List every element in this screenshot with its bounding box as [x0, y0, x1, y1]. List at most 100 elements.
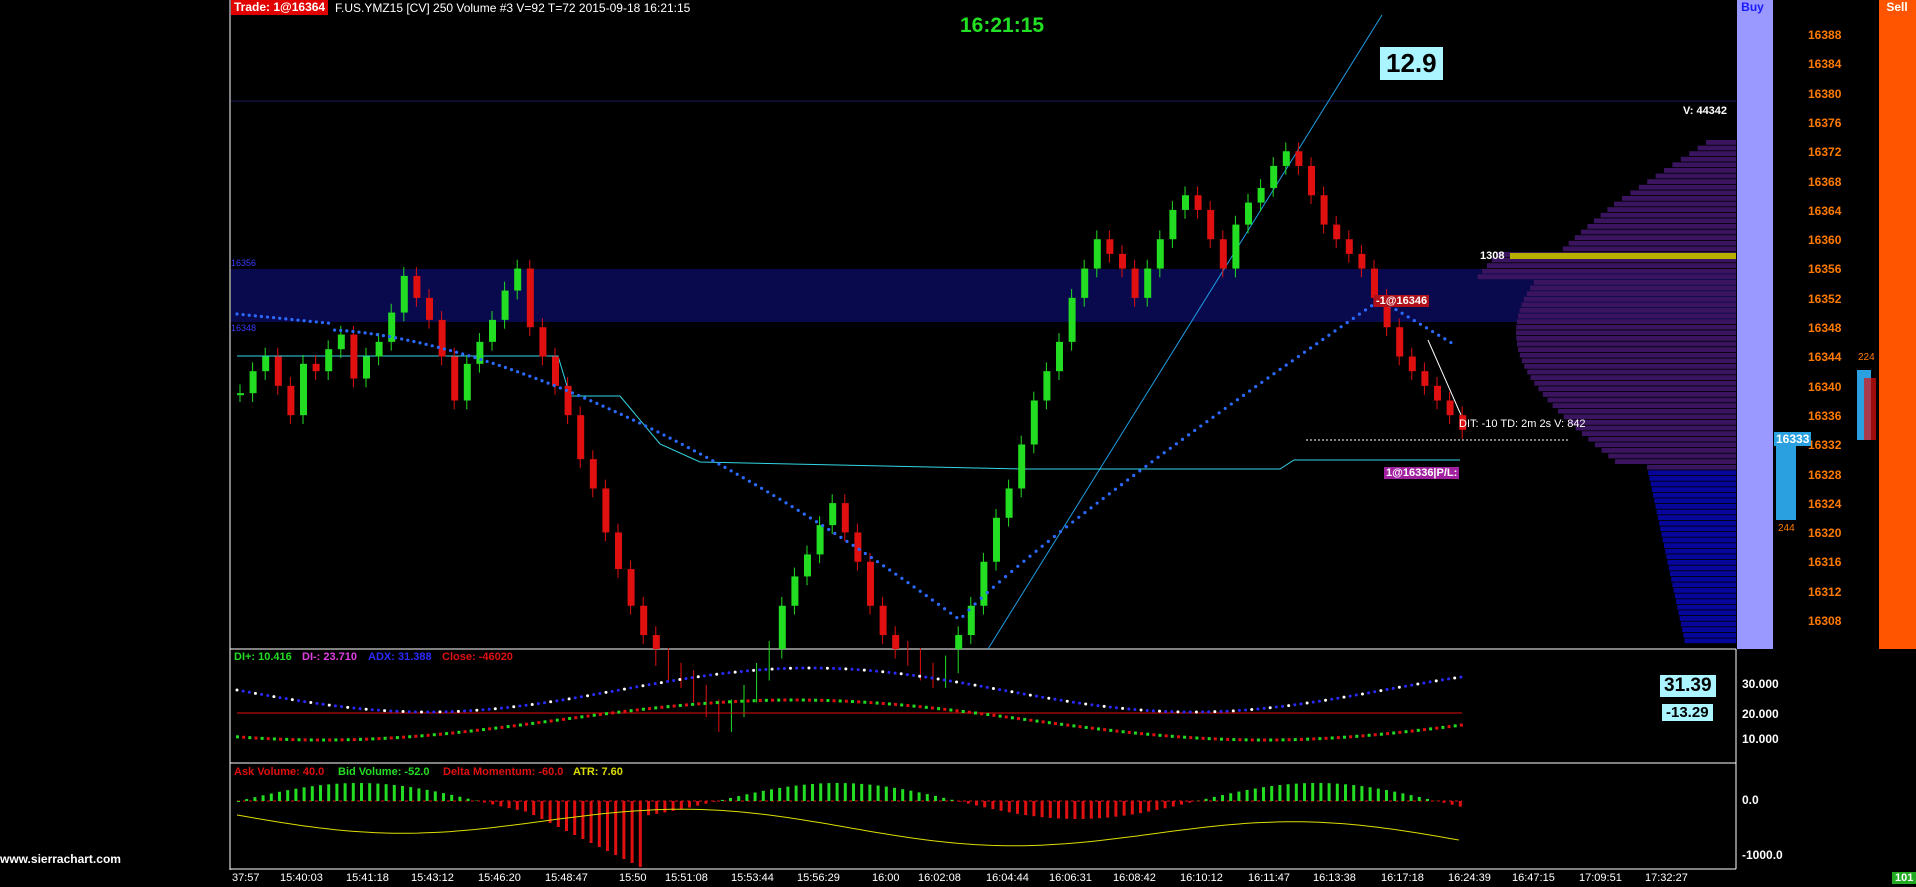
di-dot — [844, 699, 848, 703]
di-dot — [1109, 728, 1113, 732]
di-dot — [666, 705, 670, 709]
di-dot — [1306, 737, 1310, 741]
candle-body — [879, 605, 887, 636]
di-dot — [703, 701, 707, 705]
di-dot — [383, 736, 387, 740]
candle-body — [1194, 195, 1202, 210]
adx-dot — [856, 668, 860, 672]
di-dot — [1373, 733, 1377, 737]
adx-dot — [1071, 700, 1075, 704]
delta-bar — [376, 783, 380, 801]
delta-bar — [294, 788, 298, 801]
di-dot — [377, 737, 381, 741]
delta-bar — [860, 783, 864, 801]
adx-dot — [967, 682, 971, 686]
sar-dot — [1083, 510, 1087, 515]
adx-dot — [709, 673, 713, 677]
di-dot — [906, 704, 910, 708]
delta-bar — [1122, 801, 1126, 816]
di-dot — [525, 722, 529, 726]
sar-dot — [943, 607, 947, 611]
candle-body — [249, 371, 257, 394]
delta-bar — [1147, 801, 1151, 812]
volume-profile-bar — [1651, 487, 1736, 492]
sar-dot — [540, 379, 544, 383]
adx-dot — [610, 689, 614, 693]
position-tag[interactable]: 1@16336|P/L: — [1384, 467, 1460, 479]
candle-body — [829, 503, 837, 526]
di-dot — [918, 705, 922, 709]
time-axis-label: 15:50 — [619, 872, 647, 884]
price-axis-label: 16344 — [1808, 350, 1842, 365]
di-dot — [795, 698, 799, 702]
adx-dot — [327, 703, 331, 707]
delta-bar — [1221, 795, 1224, 801]
adx-dot — [604, 690, 608, 694]
di-dot — [272, 737, 276, 741]
sar-dot — [888, 568, 892, 572]
sar-dot — [869, 555, 874, 560]
current-price-marker: 16333 — [1774, 432, 1812, 446]
buy-button[interactable]: Buy — [1730, 0, 1775, 14]
di-dot — [1195, 736, 1199, 740]
adx-dot — [1139, 708, 1143, 712]
di-dot — [1097, 727, 1100, 731]
di-dot — [857, 700, 861, 704]
delta-bar — [917, 792, 921, 801]
adx-dot — [321, 702, 325, 706]
candle-body — [1295, 151, 1303, 166]
chart-canvas[interactable] — [0, 0, 1916, 887]
delta-bar — [327, 784, 331, 801]
poc-volume-label: 1308 — [1480, 250, 1505, 262]
di-dot — [561, 717, 565, 721]
di-dot — [1250, 738, 1254, 742]
candle-body — [1345, 239, 1353, 254]
volume-profile-bar — [1516, 341, 1736, 347]
di-dot — [395, 736, 399, 740]
delta-bar — [1171, 801, 1175, 807]
sar-dot — [827, 527, 831, 532]
sar-dot — [912, 585, 916, 589]
trend-line — [987, 14, 1383, 650]
volume-profile-bar — [1665, 548, 1736, 554]
delta-bar — [663, 801, 667, 813]
sar-dot — [1101, 496, 1105, 501]
sar-dot — [686, 446, 691, 450]
candle-body — [1333, 224, 1341, 240]
di-dot — [408, 735, 412, 739]
adx-dot — [930, 676, 934, 680]
sar-dot — [894, 572, 898, 576]
di-dot — [438, 732, 442, 736]
delta-bar — [392, 784, 396, 801]
adx-dot — [905, 673, 909, 677]
sar-dot — [650, 427, 654, 431]
di-dot — [432, 733, 436, 737]
delta-bar — [655, 801, 659, 814]
di-dot — [930, 706, 934, 710]
di-dot — [623, 709, 627, 713]
sar-dot — [1302, 350, 1307, 354]
adx-dot — [629, 686, 633, 690]
volume-profile-bar — [1516, 324, 1736, 330]
di-dot — [402, 735, 406, 739]
delta-bar — [1442, 801, 1446, 803]
di-dot — [1281, 738, 1285, 742]
delta-bar — [483, 801, 486, 803]
sar-dot — [589, 399, 593, 403]
atr-label: ATR: 7.60 — [573, 766, 623, 778]
candle-body — [237, 393, 244, 396]
delta-bar — [515, 801, 519, 810]
adx-dot — [1342, 695, 1346, 699]
delta-bar — [1098, 801, 1101, 819]
volume-profile-bar — [1526, 291, 1736, 296]
sell-order-tag[interactable]: -1@16346 — [1374, 295, 1430, 307]
delta-bar — [1130, 801, 1134, 815]
di-dot — [869, 701, 873, 705]
di-dot — [1090, 726, 1094, 730]
sar-dot — [741, 476, 745, 480]
sell-button[interactable]: Sell — [1878, 0, 1916, 14]
di-dot — [986, 713, 990, 717]
adx-dot — [1102, 704, 1106, 708]
volume-profile-bar — [1678, 610, 1736, 616]
adx-dot — [782, 667, 786, 671]
